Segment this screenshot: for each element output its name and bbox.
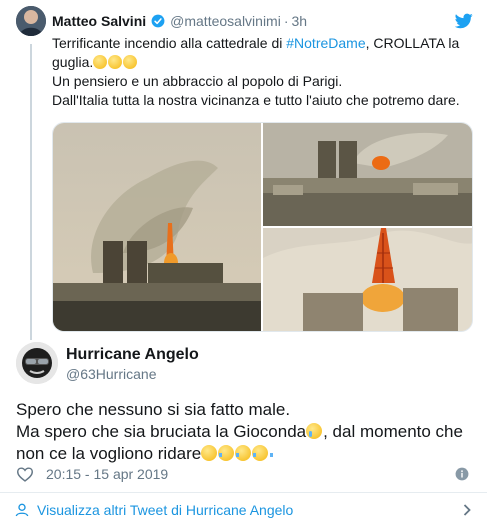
main-tweet-header: Hurricane Angelo @63Hurricane xyxy=(16,342,473,386)
text-segment: guglia. xyxy=(52,54,94,70)
author-name[interactable]: Matteo Salvini xyxy=(52,13,146,29)
text-line-4: Dall'Italia tutta la nostra vicinanza e … xyxy=(52,92,460,108)
separator-dot: · xyxy=(283,13,289,29)
author-handle[interactable]: @matteosalvinimi xyxy=(170,13,281,29)
face-with-tears-of-joy-icon xyxy=(252,445,274,461)
author-name[interactable]: Hurricane Angelo xyxy=(66,346,199,364)
face-with-tears-of-joy-icon xyxy=(218,445,240,461)
text-segment: Terrificante incendio alla cattedrale di xyxy=(52,35,287,51)
photo-grid xyxy=(52,122,473,332)
thread-line xyxy=(30,44,32,340)
author-handle[interactable]: @63Hurricane xyxy=(66,366,156,382)
tweet-meta-row: 20:15 - 15 apr 2019 xyxy=(16,464,473,484)
avatar[interactable] xyxy=(16,342,58,384)
text-line-1: Spero che nessuno si sia fatto male. xyxy=(16,400,291,419)
text-segment: , dal momento che xyxy=(323,422,463,441)
text-segment: , CROLLATA la xyxy=(365,35,460,51)
info-icon[interactable] xyxy=(455,467,469,481)
face-with-tears-of-joy-icon xyxy=(235,445,257,461)
more-tweets-link[interactable]: Visualizza altri Tweet di Hurricane Ange… xyxy=(0,493,487,527)
avatar[interactable] xyxy=(16,6,46,36)
crying-face-icon xyxy=(306,423,323,439)
user-icon xyxy=(15,503,29,517)
photo-notre-dame-roof-fire[interactable] xyxy=(263,123,472,226)
pensive-face-icon xyxy=(108,55,123,69)
quoted-tweet-text: Terrificante incendio alla cattedrale di… xyxy=(52,34,477,110)
text-line-1: Terrificante incendio alla cattedrale di… xyxy=(52,34,477,53)
text-line-3: non ce la vogliono ridare xyxy=(16,443,476,465)
text-segment: non ce la vogliono ridare xyxy=(16,444,202,463)
relieved-face-icon xyxy=(201,445,218,461)
pensive-face-icon xyxy=(93,55,108,69)
verified-badge-icon xyxy=(151,14,165,28)
text-line-2: guglia. xyxy=(52,53,477,72)
tweet-time[interactable]: 3h xyxy=(292,13,308,29)
photo-notre-dame-spire-burning[interactable] xyxy=(263,228,472,331)
text-line-3: Un pensiero e un abbraccio al popolo di … xyxy=(52,73,343,89)
pensive-face-icon xyxy=(123,55,138,69)
tweet-timestamp[interactable]: 20:15 - 15 apr 2019 xyxy=(46,466,168,482)
quoted-tweet[interactable]: Matteo Salvini @matteosalvinimi · 3h Ter… xyxy=(0,0,487,340)
chevron-right-icon xyxy=(463,504,471,516)
photo-notre-dame-smoke[interactable] xyxy=(53,123,261,331)
twitter-bird-icon[interactable] xyxy=(455,13,473,29)
text-segment: Ma spero che sia bruciata la Gioconda xyxy=(16,422,307,441)
hashtag-link[interactable]: #NotreDame xyxy=(286,35,365,51)
more-tweets-label[interactable]: Visualizza altri Tweet di Hurricane Ange… xyxy=(37,502,293,518)
text-line-2: Ma spero che sia bruciata la Gioconda , d… xyxy=(16,421,476,443)
heart-icon[interactable] xyxy=(16,466,34,482)
tweet-text: Spero che nessuno si sia fatto male. Ma … xyxy=(16,399,476,465)
